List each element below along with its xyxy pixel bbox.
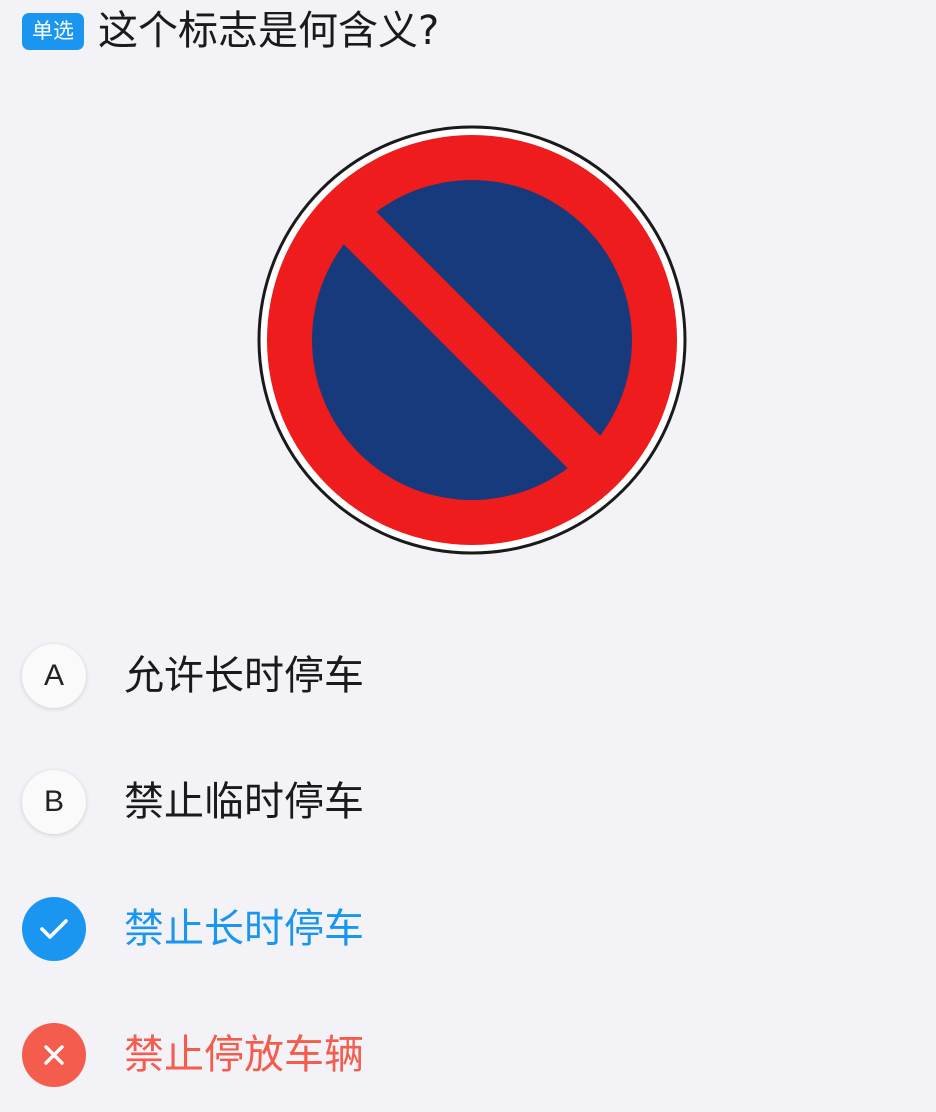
- option-a[interactable]: A 允许长时停车: [22, 643, 622, 709]
- question-header: 单选 这个标志是何含义?: [22, 6, 439, 56]
- option-b-marker: B: [22, 770, 86, 834]
- question-type-badge: 单选: [22, 12, 84, 50]
- option-d-label: 禁止停放车辆: [124, 1032, 364, 1078]
- option-a-label: 允许长时停车: [124, 653, 364, 699]
- question-text: 这个标志是何含义?: [98, 8, 440, 54]
- no-parking-sign-icon: [257, 125, 687, 555]
- option-c-label: 禁止长时停车: [124, 906, 364, 952]
- option-d[interactable]: 禁止停放车辆: [22, 1022, 622, 1088]
- check-icon: [22, 897, 86, 961]
- option-b[interactable]: B 禁止临时停车: [22, 769, 622, 835]
- close-icon: [22, 1023, 86, 1087]
- option-a-marker: A: [22, 644, 86, 708]
- traffic-sign-image: [256, 124, 688, 556]
- option-b-label: 禁止临时停车: [124, 779, 364, 825]
- option-c[interactable]: 禁止长时停车: [22, 896, 622, 962]
